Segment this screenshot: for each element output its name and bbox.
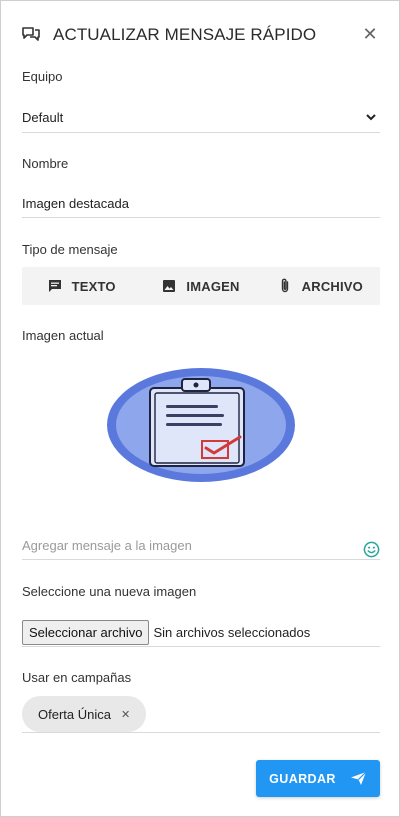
- select-file-button[interactable]: Seleccionar archivo: [22, 619, 150, 645]
- tab-text[interactable]: TEXTO: [22, 267, 141, 305]
- campaigns-field[interactable]: Oferta Única ✕: [22, 696, 380, 733]
- dialog-header: ACTUALIZAR MENSAJE RÁPIDO ✕: [21, 23, 381, 47]
- save-button[interactable]: GUARDAR: [256, 760, 380, 797]
- message-type-label: Tipo de mensaje: [22, 242, 118, 257]
- current-image: [106, 367, 296, 484]
- current-image-label: Imagen actual: [22, 328, 104, 343]
- tab-file[interactable]: ARCHIVO: [261, 267, 380, 305]
- name-field-value: Imagen destacada: [22, 195, 129, 211]
- update-quick-message-dialog: ACTUALIZAR MENSAJE RÁPIDO ✕ Equipo Defau…: [0, 0, 400, 817]
- team-select[interactable]: Default: [22, 102, 380, 133]
- emoji-icon[interactable]: [363, 541, 380, 558]
- campaign-chip: Oferta Única ✕: [22, 696, 147, 732]
- chat-bubbles-icon: [21, 25, 41, 45]
- campaign-chip-label: Oferta Única: [38, 706, 111, 722]
- paperclip-icon: [281, 278, 288, 293]
- message-icon: [48, 280, 61, 292]
- image-icon: [163, 280, 176, 292]
- tab-text-label: TEXTO: [71, 278, 116, 294]
- tab-file-label: ARCHIVO: [301, 278, 363, 294]
- tab-image[interactable]: IMAGEN: [141, 267, 260, 305]
- file-status: Sin archivos seleccionados: [153, 624, 311, 640]
- tab-image-label: IMAGEN: [186, 278, 240, 294]
- new-image-label: Seleccione una nueva imagen: [22, 584, 197, 599]
- message-type-tabs: TEXTO IMAGEN ARCHIVO: [22, 267, 380, 305]
- name-field[interactable]: Imagen destacada: [22, 189, 380, 218]
- remove-chip-icon[interactable]: ✕: [121, 708, 130, 721]
- chevron-down-icon: [366, 114, 376, 121]
- team-select-value: Default: [22, 109, 64, 125]
- send-icon: [350, 771, 367, 785]
- team-label: Equipo: [22, 69, 63, 84]
- save-button-label: GUARDAR: [269, 771, 336, 786]
- image-message-field: [22, 531, 380, 560]
- name-label: Nombre: [22, 156, 69, 171]
- campaigns-label: Usar en campañas: [22, 670, 132, 685]
- close-icon[interactable]: ✕: [359, 23, 381, 45]
- file-picker: Seleccionar archivo Sin archivos selecci…: [22, 618, 380, 647]
- dialog-title: ACTUALIZAR MENSAJE RÁPIDO: [53, 25, 317, 44]
- image-message-input[interactable]: [22, 537, 342, 553]
